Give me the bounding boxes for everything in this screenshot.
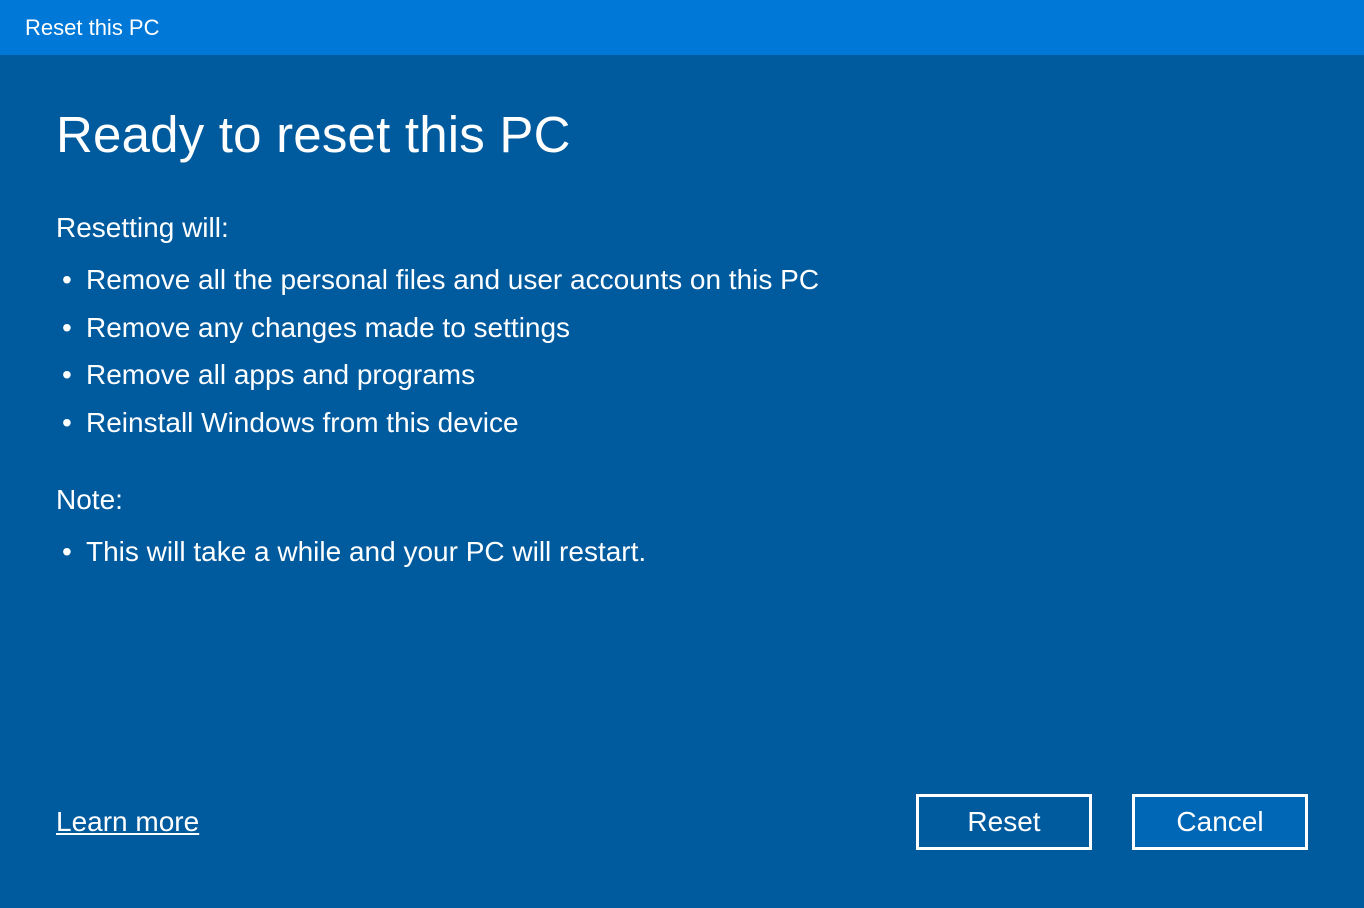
reset-pc-window: Reset this PC Ready to reset this PC Res… — [0, 0, 1364, 908]
list-item: Reinstall Windows from this device — [56, 399, 1308, 447]
button-group: Reset Cancel — [916, 794, 1308, 850]
resetting-heading: Resetting will: — [56, 212, 1308, 244]
content-area: Ready to reset this PC Resetting will: R… — [0, 55, 1364, 908]
resetting-list: Remove all the personal files and user a… — [56, 256, 1308, 446]
list-item: Remove all apps and programs — [56, 351, 1308, 399]
note-list: This will take a while and your PC will … — [56, 528, 1308, 576]
note-heading: Note: — [56, 484, 1308, 516]
footer: Learn more Reset Cancel — [56, 794, 1308, 870]
reset-button[interactable]: Reset — [916, 794, 1092, 850]
list-item: Remove any changes made to settings — [56, 304, 1308, 352]
titlebar: Reset this PC — [0, 0, 1364, 55]
list-item: Remove all the personal files and user a… — [56, 256, 1308, 304]
page-title: Ready to reset this PC — [56, 105, 1308, 164]
titlebar-title: Reset this PC — [25, 15, 160, 41]
cancel-button[interactable]: Cancel — [1132, 794, 1308, 850]
learn-more-link[interactable]: Learn more — [56, 806, 199, 838]
list-item: This will take a while and your PC will … — [56, 528, 1308, 576]
